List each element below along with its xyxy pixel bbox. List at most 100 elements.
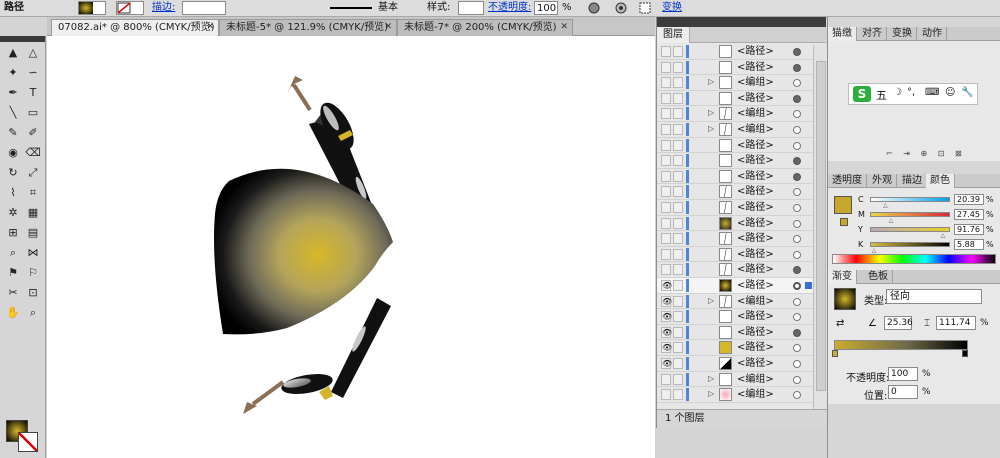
visibility-icon[interactable] [661,46,671,57]
visibility-icon[interactable] [661,170,671,182]
visibility-icon[interactable]: 👁 [661,280,672,291]
layer-row[interactable]: <路径> [657,247,813,263]
stop-location-field[interactable]: 0 [888,385,918,399]
layer-row[interactable]: ▷ <编组> [657,106,813,122]
lock-toggle[interactable] [673,92,683,104]
channel-value-field[interactable]: 5.88 [954,239,984,250]
visibility-icon[interactable] [661,139,671,151]
lock-toggle[interactable] [673,61,683,73]
visibility-icon[interactable] [661,389,671,401]
pen-tool-icon[interactable]: ✒ [4,84,22,102]
gradient-preview[interactable] [834,288,856,310]
target-circle-icon[interactable] [793,141,801,150]
align-icon[interactable] [612,1,632,15]
scale-tool-icon[interactable]: ⤢ [24,164,42,182]
visibility-icon[interactable] [661,92,671,104]
target-circle-icon[interactable] [793,157,801,166]
slider-knob[interactable]: △ [883,202,888,209]
color-spectrum[interactable] [832,254,996,264]
symbol-sprayer-tool-icon[interactable]: ✲ [4,204,22,222]
layer-row[interactable]: ▷ <编组> [657,75,813,91]
layers-scrollbar[interactable] [813,45,827,409]
angle-field[interactable]: 25.36 [884,316,913,330]
channel-slider[interactable] [870,227,950,232]
lock-toggle[interactable] [673,139,683,151]
visibility-icon[interactable] [661,108,671,120]
lock-toggle[interactable] [673,373,683,385]
target-circle-icon[interactable] [793,360,801,368]
tab-appearance[interactable]: 外观 [868,174,897,188]
live-paint-tool-icon[interactable]: ⚑ [4,264,22,282]
target-circle-icon[interactable] [793,250,801,259]
type-tool-icon[interactable]: T [24,84,42,102]
gradient-tool-icon[interactable]: ▤ [24,224,42,242]
blob-brush-tool-icon[interactable]: ◉ [4,144,22,162]
lock-toggle[interactable] [673,295,683,307]
layer-row[interactable]: 👁 <路径> [657,278,813,294]
stroke-weight-field[interactable] [182,1,226,15]
mesh-tool-icon[interactable]: ⊞ [4,224,22,242]
visibility-icon[interactable] [661,202,671,213]
tab-transparency[interactable]: 透明度 [828,174,867,188]
channel-value-field[interactable]: 91.76 [954,224,984,235]
lock-toggle[interactable] [673,124,683,135]
lock-toggle[interactable] [673,280,683,291]
eraser-tool-icon[interactable]: ⌫ [24,144,42,162]
lock-toggle[interactable] [673,217,683,229]
target-circle-icon[interactable] [793,313,801,322]
layer-row[interactable]: <路径> [657,169,813,185]
layers-tab[interactable]: 图层 [657,27,690,43]
blend-tool-icon[interactable]: ⋈ [24,244,42,262]
lock-toggle[interactable] [673,311,683,323]
eyedropper-tool-icon[interactable]: ⌕ [4,244,22,262]
visibility-icon[interactable] [661,248,671,260]
target-circle-icon[interactable] [793,110,801,119]
target-circle-icon[interactable] [793,219,801,228]
target-circle-icon[interactable] [793,48,801,56]
tab-navigator[interactable]: 猫缴 [828,27,857,41]
expand-arrow-icon[interactable]: ▷ [708,389,714,398]
layer-row[interactable]: 👁 ▷ <编组> [657,294,813,310]
direct-selection-tool-icon[interactable]: △ [24,44,42,62]
free-transform-tool-icon[interactable]: ⌗ [24,184,42,202]
visibility-icon[interactable] [661,373,671,385]
gradient-type-select[interactable]: 径向 [886,289,982,304]
layer-row[interactable]: <路径> [657,184,813,200]
magic-wand-tool-icon[interactable]: ✦ [4,64,22,82]
layer-row[interactable]: 👁 <路径> [657,325,813,341]
slider-knob[interactable]: △ [872,247,877,254]
slider-knob[interactable]: △ [941,232,946,239]
channel-slider[interactable] [870,242,950,247]
lock-toggle[interactable] [673,342,683,354]
visibility-icon[interactable]: 👁 [661,295,672,307]
gradient-stop-end[interactable] [962,350,968,357]
transform-link[interactable]: 变换 [662,1,682,15]
pencil-tool-icon[interactable]: ✐ [24,124,42,142]
target-circle-icon[interactable] [793,204,801,212]
rotate-tool-icon[interactable]: ↻ [4,164,22,182]
visibility-icon[interactable] [661,233,671,245]
recolor-icon[interactable] [585,1,605,15]
live-paint-selection-tool-icon[interactable]: ⚐ [24,264,42,282]
fill-color-swatch[interactable] [834,196,852,214]
lock-toggle[interactable] [673,77,683,89]
stroke-label[interactable]: 描边: [152,1,175,15]
layer-row[interactable]: ▷ <编组> [657,387,813,403]
style-dropdown[interactable] [458,1,484,15]
visibility-icon[interactable] [661,155,671,167]
close-icon[interactable]: ✕ [384,20,392,35]
visibility-icon[interactable] [661,186,671,198]
layer-row[interactable]: ▷ <编组> [657,372,813,388]
lock-toggle[interactable] [673,186,683,198]
lock-toggle[interactable] [673,264,683,276]
opacity-field[interactable]: 100 [534,1,558,15]
zoom-tool-icon[interactable]: ⌕ [24,304,42,322]
close-icon[interactable]: ✕ [206,20,214,35]
lock-toggle[interactable] [673,108,683,120]
visibility-icon[interactable] [661,77,671,89]
close-icon[interactable]: ✕ [560,20,568,35]
layer-row[interactable]: <路径> [657,91,813,107]
channel-slider[interactable] [870,197,950,202]
gradient-slider[interactable] [834,340,968,350]
stop-opacity-field[interactable]: 100 [888,367,918,381]
